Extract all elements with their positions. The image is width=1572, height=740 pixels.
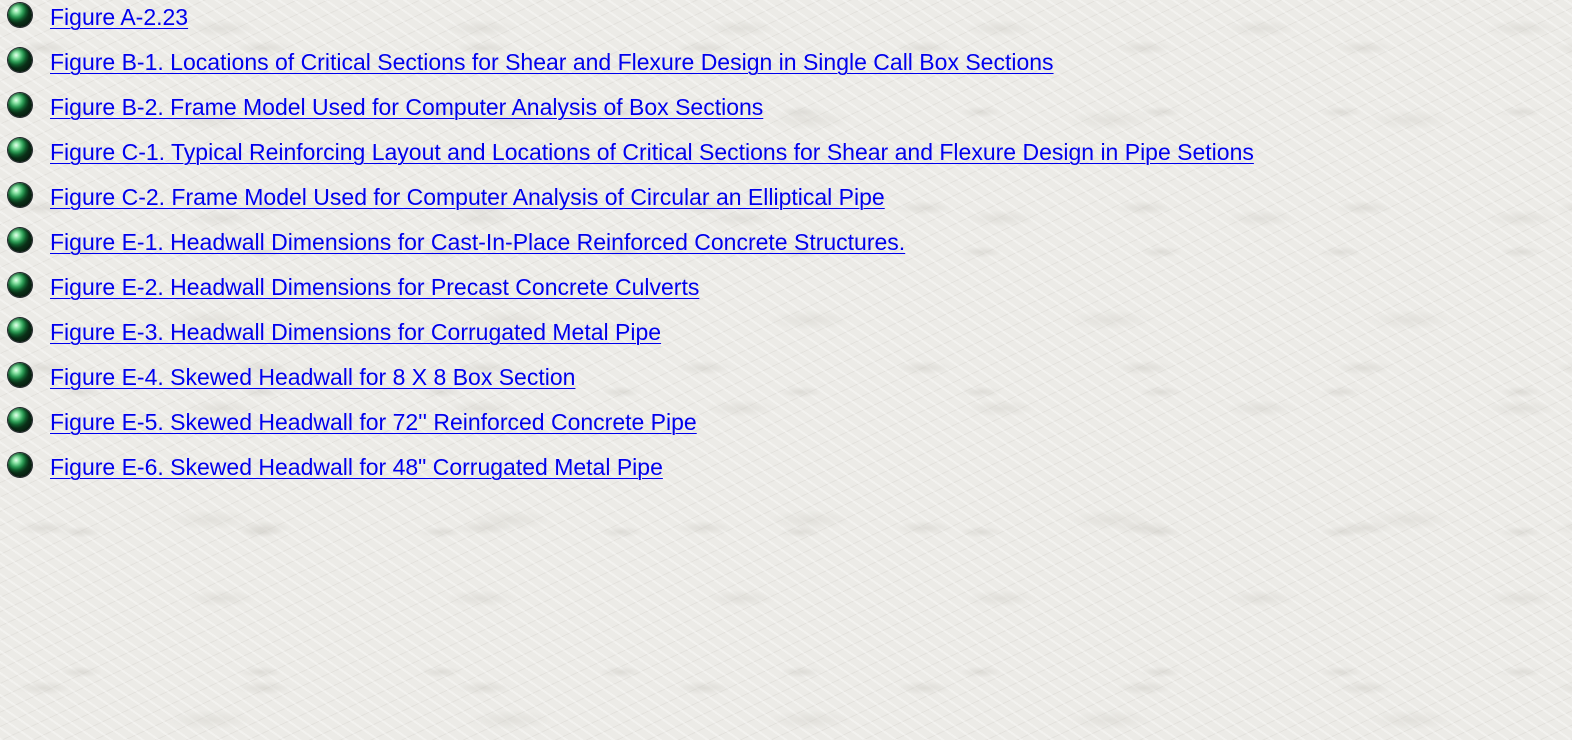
green-sphere-bullet-icon [8,3,32,27]
figure-c-1-link[interactable]: Figure C-1. Typical Reinforcing Layout a… [50,139,1254,165]
figure-e-1-link[interactable]: Figure E-1. Headwall Dimensions for Cast… [50,229,905,255]
green-sphere-bullet-icon [8,318,32,342]
list-item: Figure B-2. Frame Model Used for Compute… [8,90,1562,124]
list-item: Figure E-4. Skewed Headwall for 8 X 8 Bo… [8,360,1562,394]
list-item: Figure E-2. Headwall Dimensions for Prec… [8,270,1562,304]
list-item: Figure E-3. Headwall Dimensions for Corr… [8,315,1562,349]
green-sphere-bullet-icon [8,453,32,477]
list-item: Figure A-2.23 [8,0,1562,34]
green-sphere-bullet-icon [8,183,32,207]
list-item: Figure C-2. Frame Model Used for Compute… [8,180,1562,214]
figure-a-2-23-link[interactable]: Figure A-2.23 [50,4,188,30]
figure-e-6-link[interactable]: Figure E-6. Skewed Headwall for 48" Corr… [50,454,663,480]
figure-b-2-link[interactable]: Figure B-2. Frame Model Used for Compute… [50,94,763,120]
figure-e-3-link[interactable]: Figure E-3. Headwall Dimensions for Corr… [50,319,661,345]
figure-e-5-link[interactable]: Figure E-5. Skewed Headwall for 72'' Rei… [50,409,697,435]
figure-e-2-link[interactable]: Figure E-2. Headwall Dimensions for Prec… [50,274,699,300]
green-sphere-bullet-icon [8,363,32,387]
green-sphere-bullet-icon [8,93,32,117]
list-item: Figure C-1. Typical Reinforcing Layout a… [8,135,1562,169]
list-item: Figure E-6. Skewed Headwall for 48" Corr… [8,450,1562,484]
figure-link-list: Figure A-2.23 Figure B-1. Locations of C… [8,0,1562,495]
green-sphere-bullet-icon [8,273,32,297]
green-sphere-bullet-icon [8,48,32,72]
list-item: Figure E-5. Skewed Headwall for 72'' Rei… [8,405,1562,439]
list-item: Figure E-1. Headwall Dimensions for Cast… [8,225,1562,259]
figure-c-2-link[interactable]: Figure C-2. Frame Model Used for Compute… [50,184,885,210]
green-sphere-bullet-icon [8,408,32,432]
figure-b-1-link[interactable]: Figure B-1. Locations of Critical Sectio… [50,49,1054,75]
green-sphere-bullet-icon [8,138,32,162]
green-sphere-bullet-icon [8,228,32,252]
figure-e-4-link[interactable]: Figure E-4. Skewed Headwall for 8 X 8 Bo… [50,364,575,390]
list-item: Figure B-1. Locations of Critical Sectio… [8,45,1562,79]
